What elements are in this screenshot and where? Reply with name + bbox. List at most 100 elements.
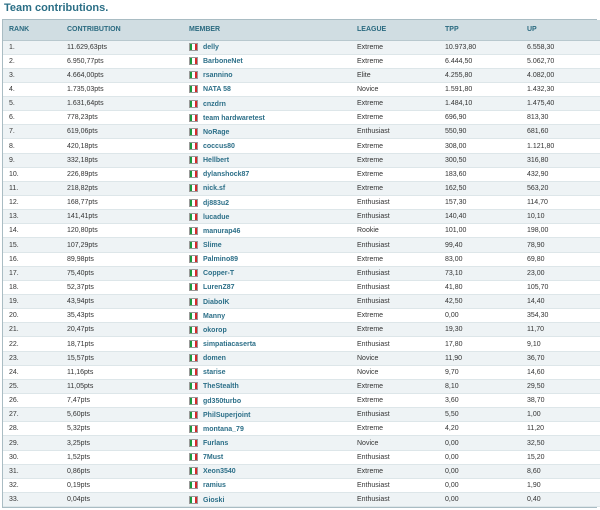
table-row: 5. 1.631,64pts cnzdrn Extreme 1.484,10 1.475,… — [3, 96, 600, 112]
member-link[interactable]: team hardwaretest — [203, 115, 265, 122]
league-cell: Novice — [357, 365, 445, 380]
league-cell: Extreme — [357, 40, 445, 55]
rank-cell: 26. — [3, 393, 67, 409]
rank-cell: 22. — [3, 336, 67, 352]
member-link[interactable]: dj883u2 — [203, 200, 229, 207]
member-link[interactable]: ramius — [203, 482, 226, 489]
tpp-cell: 0,00 — [445, 492, 527, 508]
tpp-cell: 41,80 — [445, 280, 527, 296]
member-link[interactable]: Manny — [203, 313, 225, 320]
member-link[interactable]: BarboneNet — [203, 58, 243, 65]
league-cell: Enthusiast — [357, 280, 445, 296]
member-link[interactable]: simpatiacaserta — [203, 341, 256, 348]
league-cell: Extreme — [357, 308, 445, 324]
member-link[interactable]: Palmino89 — [203, 256, 238, 263]
member-link[interactable]: cnzdrn — [203, 101, 226, 108]
member-link[interactable]: PhilSuperjoint — [203, 412, 250, 419]
member-link[interactable]: coccus80 — [203, 143, 235, 150]
column-header-up[interactable]: UP — [527, 20, 600, 41]
member-link[interactable]: NATA 58 — [203, 86, 231, 93]
tpp-cell: 4,20 — [445, 421, 527, 437]
member-link[interactable]: Hellbert — [203, 157, 229, 164]
contribution-cell: 778,23pts — [67, 110, 189, 126]
contribution-cell: 120,80pts — [67, 223, 189, 239]
column-header-member[interactable]: MEMBER — [189, 20, 357, 41]
contribution-cell: 168,77pts — [67, 195, 189, 211]
member-link[interactable]: okorop — [203, 327, 227, 334]
italy-flag-icon — [189, 71, 198, 80]
italy-flag-icon — [189, 311, 198, 320]
column-header-rank[interactable]: RANK — [3, 20, 67, 41]
member-link[interactable]: TheStealth — [203, 383, 239, 390]
table-row: 33. 0,04pts Gioski Enthusiast 0,00 0,40 — [3, 492, 600, 508]
table-row: 2. 6.950,77pts BarboneNet Extreme 6.444,50 5.… — [3, 54, 600, 69]
member-cell: domen — [189, 351, 357, 366]
rank-cell: 11. — [3, 181, 67, 197]
tpp-cell: 0,00 — [445, 478, 527, 494]
up-cell: 36,70 — [527, 351, 600, 366]
member-link[interactable]: starise — [203, 369, 226, 376]
up-cell: 316,80 — [527, 153, 600, 168]
tpp-cell: 308,00 — [445, 138, 527, 154]
member-link[interactable]: 7Must — [203, 454, 223, 461]
tpp-cell: 140,40 — [445, 209, 527, 225]
member-link[interactable]: Copper-T — [203, 270, 234, 277]
member-cell: montana_79 — [189, 421, 357, 437]
member-link[interactable]: delly — [203, 44, 219, 51]
italy-flag-icon — [189, 453, 198, 462]
rank-cell: 24. — [3, 365, 67, 380]
member-link[interactable]: montana_79 — [203, 426, 244, 433]
member-link[interactable]: domen — [203, 355, 226, 362]
tpp-cell: 162,50 — [445, 181, 527, 197]
member-link[interactable]: Gioski — [203, 497, 224, 504]
member-link[interactable]: Furlans — [203, 440, 228, 447]
column-header-contribution[interactable]: CONTRIBUTION — [67, 20, 189, 41]
italy-flag-icon — [189, 156, 198, 165]
tpp-cell: 73,10 — [445, 266, 527, 281]
column-header-league[interactable]: LEAGUE — [357, 20, 445, 41]
table-row: 15. 107,29pts Slime Enthusiast 99,40 78,90 — [3, 237, 600, 253]
table-row: 31. 0,86pts Xeon3540 Extreme 0,00 8,60 — [3, 464, 600, 479]
table-row: 17. 75,40pts Copper-T Enthusiast 73,10 23,00 — [3, 266, 600, 281]
contribution-cell: 332,18pts — [67, 153, 189, 168]
contribution-cell: 141,41pts — [67, 209, 189, 225]
member-link[interactable]: Xeon3540 — [203, 468, 236, 475]
italy-flag-icon — [189, 57, 198, 66]
italy-flag-icon — [189, 410, 198, 419]
up-cell: 29,50 — [527, 379, 600, 395]
rank-cell: 30. — [3, 450, 67, 465]
member-link[interactable]: dylanshock87 — [203, 171, 249, 178]
member-link[interactable]: lucadue — [203, 214, 229, 221]
league-cell: Extreme — [357, 322, 445, 338]
member-link[interactable]: manurap46 — [203, 228, 240, 235]
up-cell: 354,30 — [527, 308, 600, 324]
column-header-tpp[interactable]: TPP — [445, 20, 527, 41]
up-cell: 8,60 — [527, 464, 600, 479]
tpp-cell: 6.444,50 — [445, 54, 527, 69]
member-link[interactable]: nick.sf — [203, 185, 225, 192]
italy-flag-icon — [189, 255, 198, 264]
italy-flag-icon — [189, 198, 198, 207]
league-cell: Enthusiast — [357, 336, 445, 352]
italy-flag-icon — [189, 85, 198, 94]
tpp-cell: 183,60 — [445, 167, 527, 182]
member-link[interactable]: Slime — [203, 242, 222, 249]
member-link[interactable]: DiabolK — [203, 299, 229, 306]
contribution-cell: 5,60pts — [67, 407, 189, 423]
rank-cell: 7. — [3, 124, 67, 140]
table-row: 27. 5,60pts PhilSuperjoint Enthusiast 5,50 1,… — [3, 407, 600, 423]
up-cell: 681,60 — [527, 124, 600, 140]
tpp-cell: 11,90 — [445, 351, 527, 366]
rank-cell: 29. — [3, 435, 67, 451]
member-link[interactable]: rsannino — [203, 72, 233, 79]
table-row: 6. 778,23pts team hardwaretest Extreme 696,9… — [3, 110, 600, 126]
member-link[interactable]: gd350turbo — [203, 398, 241, 405]
up-cell: 78,90 — [527, 237, 600, 253]
member-link[interactable]: LurenZ87 — [203, 284, 235, 291]
up-cell: 813,30 — [527, 110, 600, 126]
member-link[interactable]: NoRage — [203, 129, 229, 136]
table-row: 24. 11,16pts starise Novice 9,70 14,60 — [3, 365, 600, 380]
member-cell: Manny — [189, 308, 357, 324]
member-cell: NATA 58 — [189, 82, 357, 98]
member-cell: starise — [189, 365, 357, 380]
